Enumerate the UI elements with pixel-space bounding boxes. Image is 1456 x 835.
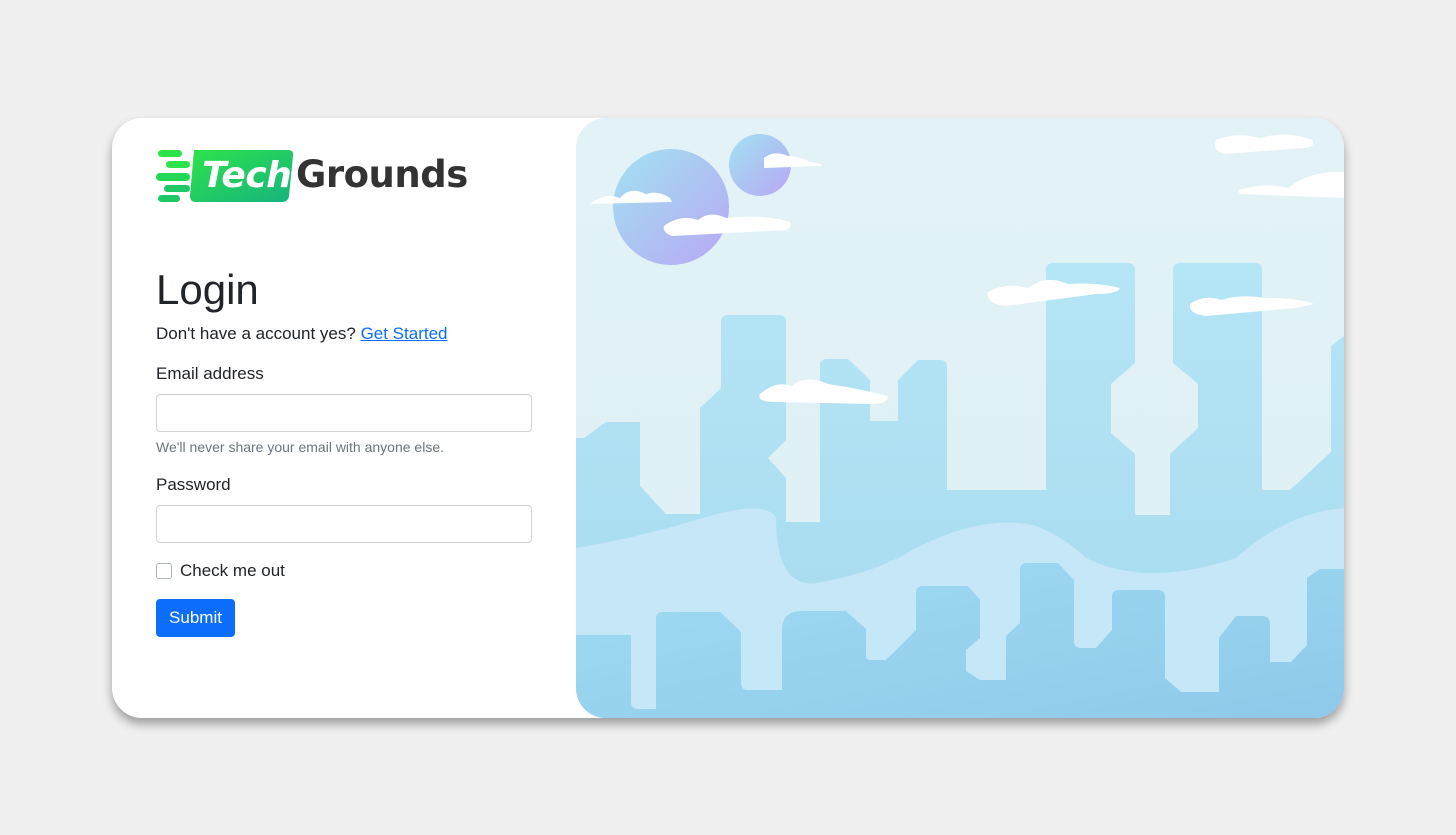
check-me-out-checkbox[interactable] <box>156 563 172 579</box>
page-title: Login <box>156 266 259 313</box>
email-field[interactable] <box>156 394 532 432</box>
city-illustration <box>576 118 1344 718</box>
check-me-out-label[interactable]: Check me out <box>180 561 285 581</box>
email-label: Email address <box>156 364 264 383</box>
logo-grounds-text: Grounds <box>296 153 468 196</box>
email-help-text: We'll never share your email with anyone… <box>156 439 444 455</box>
password-field[interactable] <box>156 505 532 543</box>
signup-prompt: Don't have a account yes? Get Started <box>156 323 448 345</box>
login-panel: Tech Grounds Login Don't have a account … <box>112 118 576 718</box>
city-skyline-illustration <box>576 118 1344 718</box>
password-label: Password <box>156 475 231 494</box>
logo-tech-text: Tech <box>202 155 292 196</box>
get-started-link[interactable]: Get Started <box>361 324 448 343</box>
brand-logo: Tech Grounds <box>156 150 468 204</box>
submit-button[interactable]: Submit <box>156 599 235 637</box>
signup-prompt-text: Don't have a account yes? <box>156 324 356 343</box>
login-card: Tech Grounds Login Don't have a account … <box>112 118 1344 718</box>
